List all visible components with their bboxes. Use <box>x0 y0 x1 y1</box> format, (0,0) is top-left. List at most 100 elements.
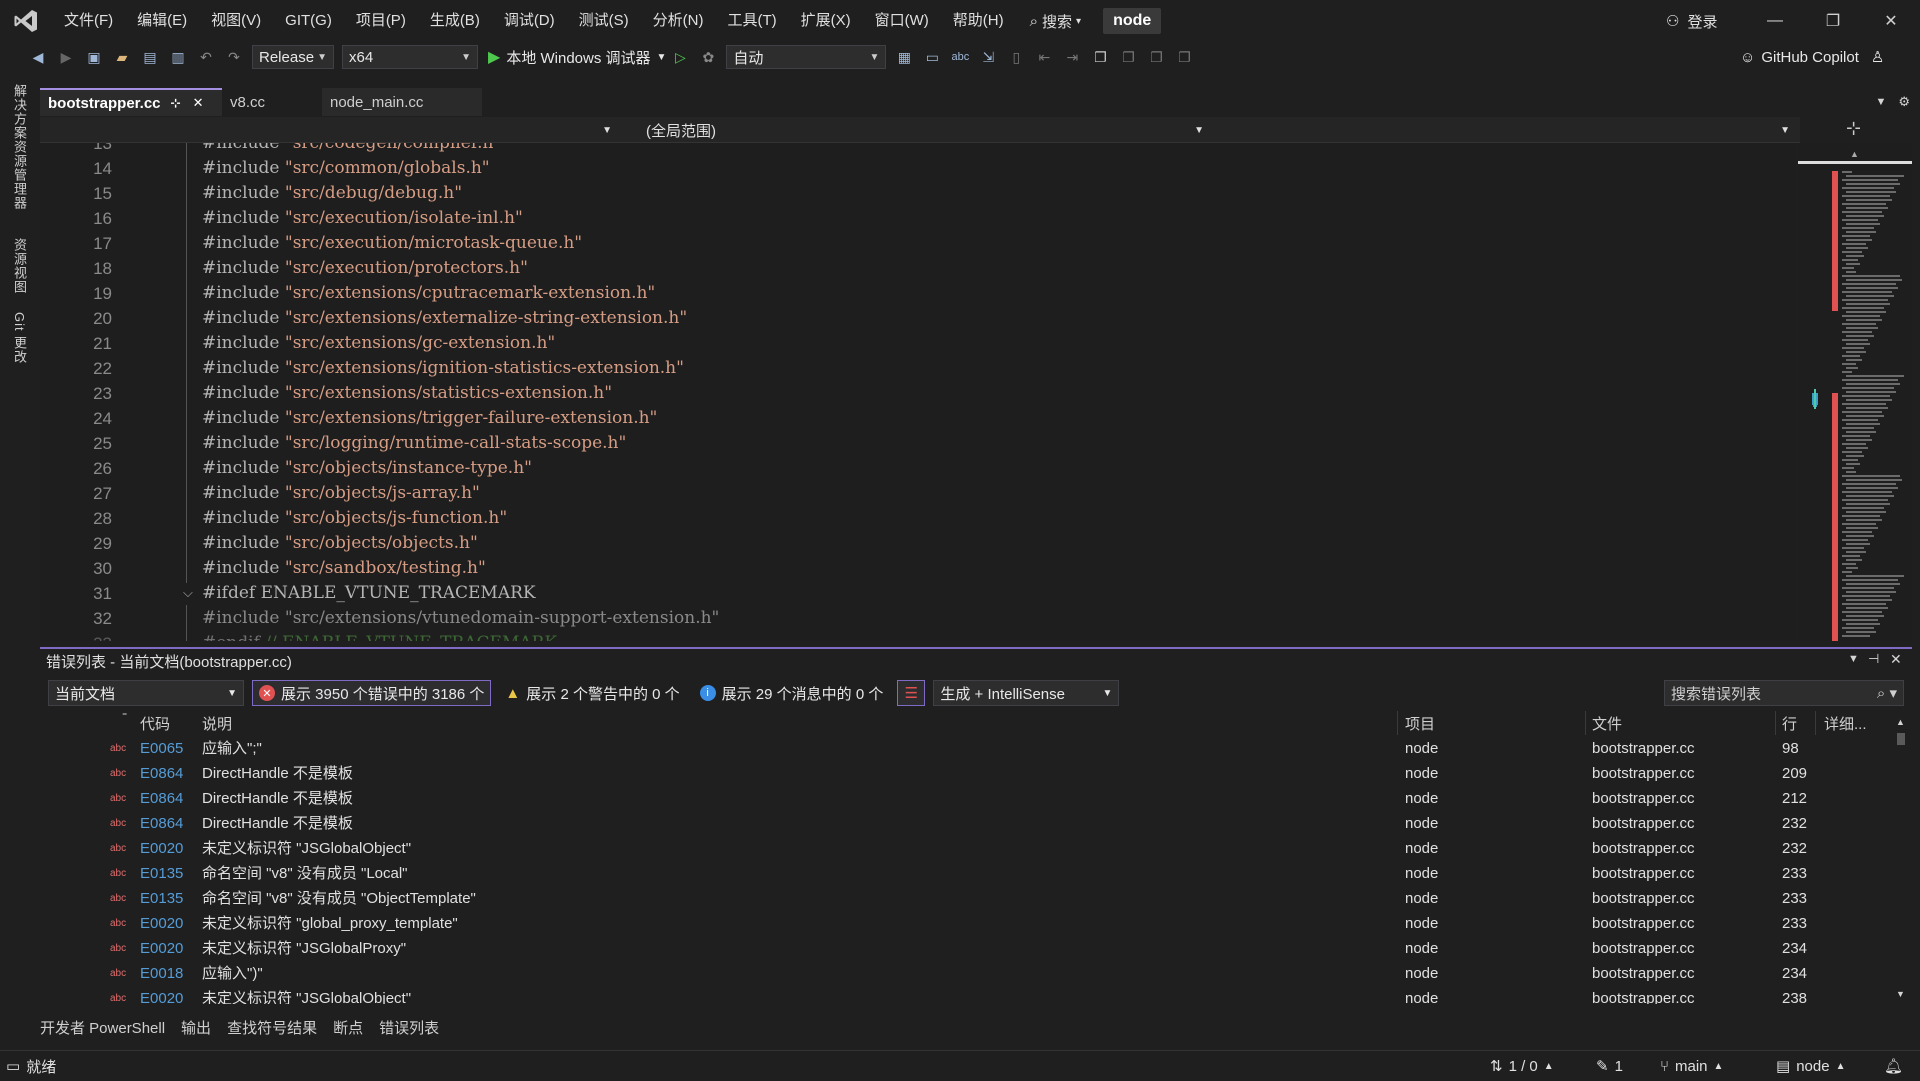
panel-menu-icon[interactable]: ▼ <box>1848 653 1859 665</box>
header-file[interactable]: 文件 <box>1592 713 1622 734</box>
save-icon[interactable]: ▤ <box>138 45 162 69</box>
mode-select[interactable]: 自动 ▼ <box>726 45 887 69</box>
tab-breakpoints[interactable]: 断点 <box>325 1016 371 1042</box>
repo-status[interactable]: ▤ node ▲ <box>1776 1051 1845 1081</box>
undo-icon[interactable]: ↶ <box>194 45 218 69</box>
spellcheck-icon[interactable]: abc <box>948 45 972 69</box>
sort-icon[interactable]: ⁼ <box>122 711 127 722</box>
code-line[interactable]: 15 #include "src/debug/debug.h" <box>40 181 1796 206</box>
split-icon[interactable]: ⊹ <box>1846 118 1861 139</box>
tab-list-icon[interactable]: ▼ <box>1869 88 1892 116</box>
error-row[interactable]: abc E0135 命名空间 "v8" 没有成员 "ObjectTemplate" n… <box>40 886 1890 911</box>
code-line[interactable]: 14 #include "src/common/globals.h" <box>40 156 1796 181</box>
save-all-icon[interactable]: ▥ <box>166 45 190 69</box>
bookmark-icon[interactable]: ❐ <box>1088 45 1112 69</box>
indent-icon[interactable]: ⇥ <box>1060 45 1084 69</box>
header-project[interactable]: 项目 <box>1405 713 1435 734</box>
tab-solution-explorer[interactable]: 解决方案资源管理器 <box>10 84 29 210</box>
error-code[interactable]: E0020 <box>140 936 183 961</box>
next-bookmark-icon[interactable]: ❐ <box>1144 45 1168 69</box>
code-line[interactable]: 17 #include "src/execution/microtask-queu… <box>40 231 1796 256</box>
code-line[interactable]: 33 #endif // ENABLE_VTUNE_TRACEMARK <box>40 631 1796 641</box>
tab-v8[interactable]: v8.cc <box>222 88 322 116</box>
pending-edits-status[interactable]: ✎ 1 <box>1596 1051 1623 1081</box>
error-row[interactable]: abc E0135 命名空间 "v8" 没有成员 "Local" node bootst… <box>40 861 1890 886</box>
code-line[interactable]: 18 #include "src/execution/protectors.h" <box>40 256 1796 281</box>
menu-edit[interactable]: 编辑(E) <box>125 0 199 42</box>
browse-icon[interactable]: ▦ <box>892 45 916 69</box>
header-code[interactable]: 代码 <box>140 713 170 734</box>
menu-analyze[interactable]: 分析(N) <box>641 0 716 42</box>
scroll-up-icon[interactable]: ▲ <box>1896 717 1905 727</box>
code-line[interactable]: 23 #include "src/extensions/statistics-ex… <box>40 381 1796 406</box>
header-description[interactable]: 说明 <box>202 713 232 734</box>
menu-build[interactable]: 生成(B) <box>418 0 492 42</box>
run-without-debug-icon[interactable]: ▷ <box>668 45 692 69</box>
menu-file[interactable]: 文件(F) <box>52 0 125 42</box>
layout-icon[interactable]: ▭ <box>920 45 944 69</box>
error-code[interactable]: E0135 <box>140 861 183 886</box>
code-line[interactable]: 21 #include "src/extensions/gc-extension.… <box>40 331 1796 356</box>
menu-project[interactable]: 项目(P) <box>344 0 418 42</box>
scope-filter-select[interactable]: 当前文档 ▼ <box>48 680 244 706</box>
code-line[interactable]: 20 #include "src/extensions/externalize-s… <box>40 306 1796 331</box>
comment-icon[interactable]: ▯ <box>1004 45 1028 69</box>
error-list-scrollbar[interactable]: ▲ ▼ <box>1894 711 1908 1007</box>
git-sync-status[interactable]: ⇅ 1 / 0 ▲ <box>1490 1051 1554 1081</box>
error-row[interactable]: abc E0864 DirectHandle 不是模板 node bootstrappe… <box>40 811 1890 836</box>
error-code[interactable]: E0020 <box>140 836 183 861</box>
error-code[interactable]: E0065 <box>140 736 183 761</box>
error-code[interactable]: E0864 <box>140 786 183 811</box>
tab-error-list[interactable]: 错误列表 <box>371 1016 447 1042</box>
configuration-select[interactable]: Release ▼ <box>252 45 334 69</box>
error-row[interactable]: abc E0020 未定义标识符 "JSGlobalObject" node boots… <box>40 986 1890 1004</box>
source-filter-select[interactable]: 生成 + IntelliSense ▼ <box>933 680 1120 706</box>
back-icon[interactable]: ◀ <box>26 45 50 69</box>
branch-status[interactable]: ⑂ main ▲ <box>1660 1051 1723 1081</box>
error-code[interactable]: E0020 <box>140 911 183 936</box>
redo-icon[interactable]: ↷ <box>222 45 246 69</box>
error-code[interactable]: E0018 <box>140 961 183 986</box>
gear-icon[interactable]: ⚙ <box>1892 88 1920 116</box>
hot-reload-icon[interactable]: ✿ <box>696 45 720 69</box>
menu-view[interactable]: 视图(V) <box>199 0 273 42</box>
error-row[interactable]: abc E0020 未定义标识符 "global_proxy_template" no… <box>40 911 1890 936</box>
close-icon[interactable]: ✕ <box>1890 651 1902 668</box>
new-project-icon[interactable]: ▣ <box>82 45 106 69</box>
error-row[interactable]: abc E0020 未定义标识符 "JSGlobalProxy" node bootst… <box>40 936 1890 961</box>
tab-resource-view[interactable]: 资源视图 <box>10 238 29 294</box>
code-line[interactable]: 32 #include "src/extensions/vtunedomain-s… <box>40 606 1796 631</box>
menu-window[interactable]: 窗口(W) <box>863 0 941 42</box>
step-icon[interactable]: ⇲ <box>976 45 1000 69</box>
minimize-button[interactable]: — <box>1746 0 1804 42</box>
close-window-button[interactable]: ✕ <box>1862 0 1920 42</box>
forward-icon[interactable]: ▶ <box>54 45 78 69</box>
prev-bookmark-icon[interactable]: ❐ <box>1116 45 1140 69</box>
error-row[interactable]: abc E0864 DirectHandle 不是模板 node bootstrappe… <box>40 761 1890 786</box>
code-line[interactable]: 27 #include "src/objects/js-array.h" <box>40 481 1796 506</box>
errors-toggle[interactable]: ✕ 展示 3950 个错误中的 3186 个 <box>252 680 492 706</box>
code-line[interactable]: 16 #include "src/execution/isolate-inl.h" <box>40 206 1796 231</box>
error-code[interactable]: E0864 <box>140 811 183 836</box>
search-button[interactable]: ⌕ 搜索 ▾ <box>1016 11 1095 32</box>
login-button[interactable]: ⚇ 登录 <box>1666 0 1717 42</box>
error-row[interactable]: abc E0065 应输入";" node bootstrapper.cc 98 <box>40 736 1890 761</box>
error-code[interactable]: E0864 <box>140 761 183 786</box>
platform-select[interactable]: x64 ▼ <box>342 45 478 69</box>
code-line[interactable]: 19 #include "src/extensions/cputracemark-… <box>40 281 1796 306</box>
messages-toggle[interactable]: i 展示 29 个消息中的 0 个 <box>694 680 890 706</box>
error-row[interactable]: abc E0018 应输入")" node bootstrapper.cc 234 <box>40 961 1890 986</box>
open-folder-icon[interactable]: ▰ <box>110 45 134 69</box>
restore-button[interactable]: ❐ <box>1804 0 1862 42</box>
code-line[interactable]: 22 #include "src/extensions/ignition-stat… <box>40 356 1796 381</box>
tab-developer-powershell[interactable]: 开发者 PowerShell <box>40 1016 173 1042</box>
error-code[interactable]: E0020 <box>140 986 183 1004</box>
code-line[interactable]: 30 #include "src/sandbox/testing.h" <box>40 556 1796 581</box>
tab-find-symbol-results[interactable]: 查找符号结果 <box>219 1016 325 1042</box>
code-line[interactable]: 25 #include "src/logging/runtime-call-sta… <box>40 431 1796 456</box>
pin-icon[interactable]: ⊣ <box>1868 651 1879 667</box>
code-line[interactable]: 28 #include "src/objects/js-function.h" <box>40 506 1796 531</box>
filter-build-button[interactable]: ☰ <box>897 680 926 706</box>
error-row[interactable]: abc E0864 DirectHandle 不是模板 node bootstrappe… <box>40 786 1890 811</box>
menu-test[interactable]: 测试(S) <box>567 0 641 42</box>
